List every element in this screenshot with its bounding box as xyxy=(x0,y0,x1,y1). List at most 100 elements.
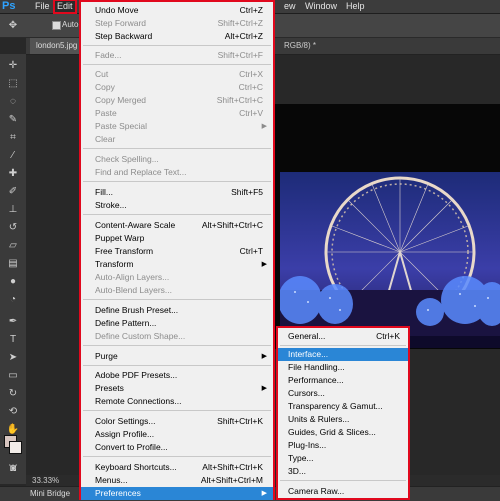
menu-edit[interactable]: Edit xyxy=(53,0,77,14)
menu-item-label: Performance... xyxy=(288,375,344,385)
3d-camera-icon[interactable]: ⟲ xyxy=(6,406,20,417)
menu-item-keyboard-shortcuts[interactable]: Keyboard Shortcuts... Alt+Shift+Ctrl+K xyxy=(81,461,273,474)
menu-item-free-transform[interactable]: Free Transform Ctrl+T xyxy=(81,245,273,258)
shortcut-label: Alt+Ctrl+Z xyxy=(224,31,263,41)
menu-item-puppet-warp[interactable]: Puppet Warp xyxy=(81,232,273,245)
pen-tool-icon[interactable]: ✒ xyxy=(6,316,20,327)
type-tool-icon[interactable]: T xyxy=(6,334,20,345)
quick-select-tool-icon[interactable]: ✎ xyxy=(6,114,20,125)
hand-tool-icon[interactable]: ✋ xyxy=(6,424,20,435)
menu-item-label: Define Brush Preset... xyxy=(95,305,179,315)
menu-item-define-pattern[interactable]: Define Pattern... xyxy=(81,317,273,330)
menu-item-purge[interactable]: Purge ▶ xyxy=(81,350,273,363)
brush-tool-icon[interactable]: ✐ xyxy=(6,186,20,197)
menu-separator xyxy=(83,45,271,46)
pref-item-general[interactable]: General... Ctrl+K xyxy=(278,330,408,343)
menu-item-preferences[interactable]: Preferences ▶ xyxy=(81,487,273,500)
clone-stamp-icon[interactable]: ⊥ xyxy=(6,204,20,215)
menu-item-menus[interactable]: Menus... Alt+Shift+Ctrl+M xyxy=(81,474,273,487)
pref-item-interface[interactable]: Interface... xyxy=(278,348,408,361)
eyedropper-tool-icon[interactable]: ⁄ xyxy=(6,150,20,161)
shortcut-label: Shift+F5 xyxy=(231,187,263,197)
menu-item-define-custom-shape[interactable]: Define Custom Shape... xyxy=(81,330,273,343)
menu-item-auto-blend-layers[interactable]: Auto-Blend Layers... xyxy=(81,284,273,297)
auto-select-checkbox[interactable] xyxy=(52,21,61,30)
menu-item-convert-to-profile[interactable]: Convert to Profile... xyxy=(81,441,273,454)
menu-item-color-settings[interactable]: Color Settings... Shift+Ctrl+K xyxy=(81,415,273,428)
menu-item-copy[interactable]: Copy Ctrl+C xyxy=(81,81,273,94)
3d-rotate-icon[interactable]: ↻ xyxy=(6,388,20,399)
shortcut-label: Alt+Shift+Ctrl+C xyxy=(201,220,263,230)
menu-item-check-spelling[interactable]: Check Spelling... xyxy=(81,153,273,166)
move-tool-icon[interactable]: ✛ xyxy=(6,60,20,71)
dodge-tool-icon[interactable]: ◔ xyxy=(6,294,20,305)
menu-separator xyxy=(280,480,406,481)
menu-item-label: Puppet Warp xyxy=(95,233,145,243)
menu-item-assign-profile[interactable]: Assign Profile... xyxy=(81,428,273,441)
menu-help[interactable]: Help xyxy=(343,0,368,13)
menu-item-fade[interactable]: Fade... Shift+Ctrl+F xyxy=(81,49,273,62)
menu-item-presets[interactable]: Presets ▶ xyxy=(81,382,273,395)
pref-item-type[interactable]: Type... xyxy=(278,452,408,465)
menu-item-stroke[interactable]: Stroke... xyxy=(81,199,273,212)
menu-separator xyxy=(83,214,271,215)
pref-item-transparency-gamut[interactable]: Transparency & Gamut... xyxy=(278,400,408,413)
shortcut-label: Shift+Ctrl+Z xyxy=(217,18,263,28)
menu-item-label: Purge xyxy=(95,351,118,361)
shortcut-label: Shift+Ctrl+F xyxy=(217,50,263,60)
path-select-icon[interactable]: ➤ xyxy=(6,352,20,363)
menu-item-step-backward[interactable]: Step Backward Alt+Ctrl+Z xyxy=(81,30,273,43)
menu-item-fill[interactable]: Fill... Shift+F5 xyxy=(81,186,273,199)
menu-item-auto-align-layers[interactable]: Auto-Align Layers... xyxy=(81,271,273,284)
document-tab[interactable]: london5.jpg xyxy=(30,38,84,54)
blur-tool-icon[interactable]: ● xyxy=(6,276,20,287)
pref-item-file-handling[interactable]: File Handling... xyxy=(278,361,408,374)
menu-separator xyxy=(83,410,271,411)
menu-item-remote-connections[interactable]: Remote Connections... xyxy=(81,395,273,408)
quick-mask-icon[interactable]: ◙ xyxy=(6,463,20,474)
pref-item-guides-grid-slices[interactable]: Guides, Grid & Slices... xyxy=(278,426,408,439)
pref-item-camera-raw[interactable]: Camera Raw... xyxy=(278,485,408,498)
gradient-tool-icon[interactable]: ▤ xyxy=(6,258,20,269)
menu-item-paste[interactable]: Paste Ctrl+V xyxy=(81,107,273,120)
submenu-arrow-icon: ▶ xyxy=(261,123,267,130)
menu-item-find-replace[interactable]: Find and Replace Text... xyxy=(81,166,273,179)
healing-brush-icon[interactable]: ✚ xyxy=(6,168,20,179)
menu-item-label: Guides, Grid & Slices... xyxy=(288,427,376,437)
menu-item-label: General... xyxy=(288,331,326,341)
submenu-arrow-icon: ▶ xyxy=(261,353,267,360)
menu-item-content-aware-scale[interactable]: Content-Aware Scale Alt+Shift+Ctrl+C xyxy=(81,219,273,232)
menu-item-paste-special[interactable]: Paste Special ▶ xyxy=(81,120,273,133)
lasso-tool-icon[interactable]: ◌ xyxy=(6,96,20,107)
shape-tool-icon[interactable]: ▭ xyxy=(6,370,20,381)
pref-item-3d[interactable]: 3D... xyxy=(278,465,408,478)
menu-item-label: Cut xyxy=(95,69,109,79)
mini-bridge-tab[interactable]: Mini Bridge xyxy=(30,487,70,501)
menu-item-label: Assign Profile... xyxy=(95,429,155,439)
move-tool-icon[interactable]: ✥ xyxy=(6,20,20,31)
eraser-tool-icon[interactable]: ▱ xyxy=(6,240,20,251)
menu-item-define-brush-preset[interactable]: Define Brush Preset... xyxy=(81,304,273,317)
menu-item-clear[interactable]: Clear xyxy=(81,133,273,146)
menu-view[interactable]: ew xyxy=(281,0,299,13)
submenu-arrow-icon: ▶ xyxy=(261,385,267,392)
pref-item-units-rulers[interactable]: Units & Rulers... xyxy=(278,413,408,426)
pref-item-cursors[interactable]: Cursors... xyxy=(278,387,408,400)
menu-window[interactable]: Window xyxy=(302,0,340,13)
menu-file[interactable]: File xyxy=(32,0,53,13)
menu-item-adobe-pdf-presets[interactable]: Adobe PDF Presets... xyxy=(81,369,273,382)
menu-item-step-forward[interactable]: Step Forward Shift+Ctrl+Z xyxy=(81,17,273,30)
history-brush-icon[interactable]: ↺ xyxy=(6,222,20,233)
zoom-level[interactable]: 33.33% xyxy=(32,475,59,486)
background-color-swatch[interactable] xyxy=(9,441,22,454)
shortcut-label: Ctrl+K xyxy=(376,331,400,341)
menu-item-cut[interactable]: Cut Ctrl+X xyxy=(81,68,273,81)
marquee-tool-icon[interactable]: ⬚ xyxy=(6,78,20,89)
pref-item-plug-ins[interactable]: Plug-Ins... xyxy=(278,439,408,452)
menu-item-label: Keyboard Shortcuts... xyxy=(95,462,177,472)
menu-item-transform[interactable]: Transform ▶ xyxy=(81,258,273,271)
menu-item-undo[interactable]: Undo Move Ctrl+Z xyxy=(81,4,273,17)
pref-item-performance[interactable]: Performance... xyxy=(278,374,408,387)
menu-item-copy-merged[interactable]: Copy Merged Shift+Ctrl+C xyxy=(81,94,273,107)
crop-tool-icon[interactable]: ⌗ xyxy=(6,132,20,143)
